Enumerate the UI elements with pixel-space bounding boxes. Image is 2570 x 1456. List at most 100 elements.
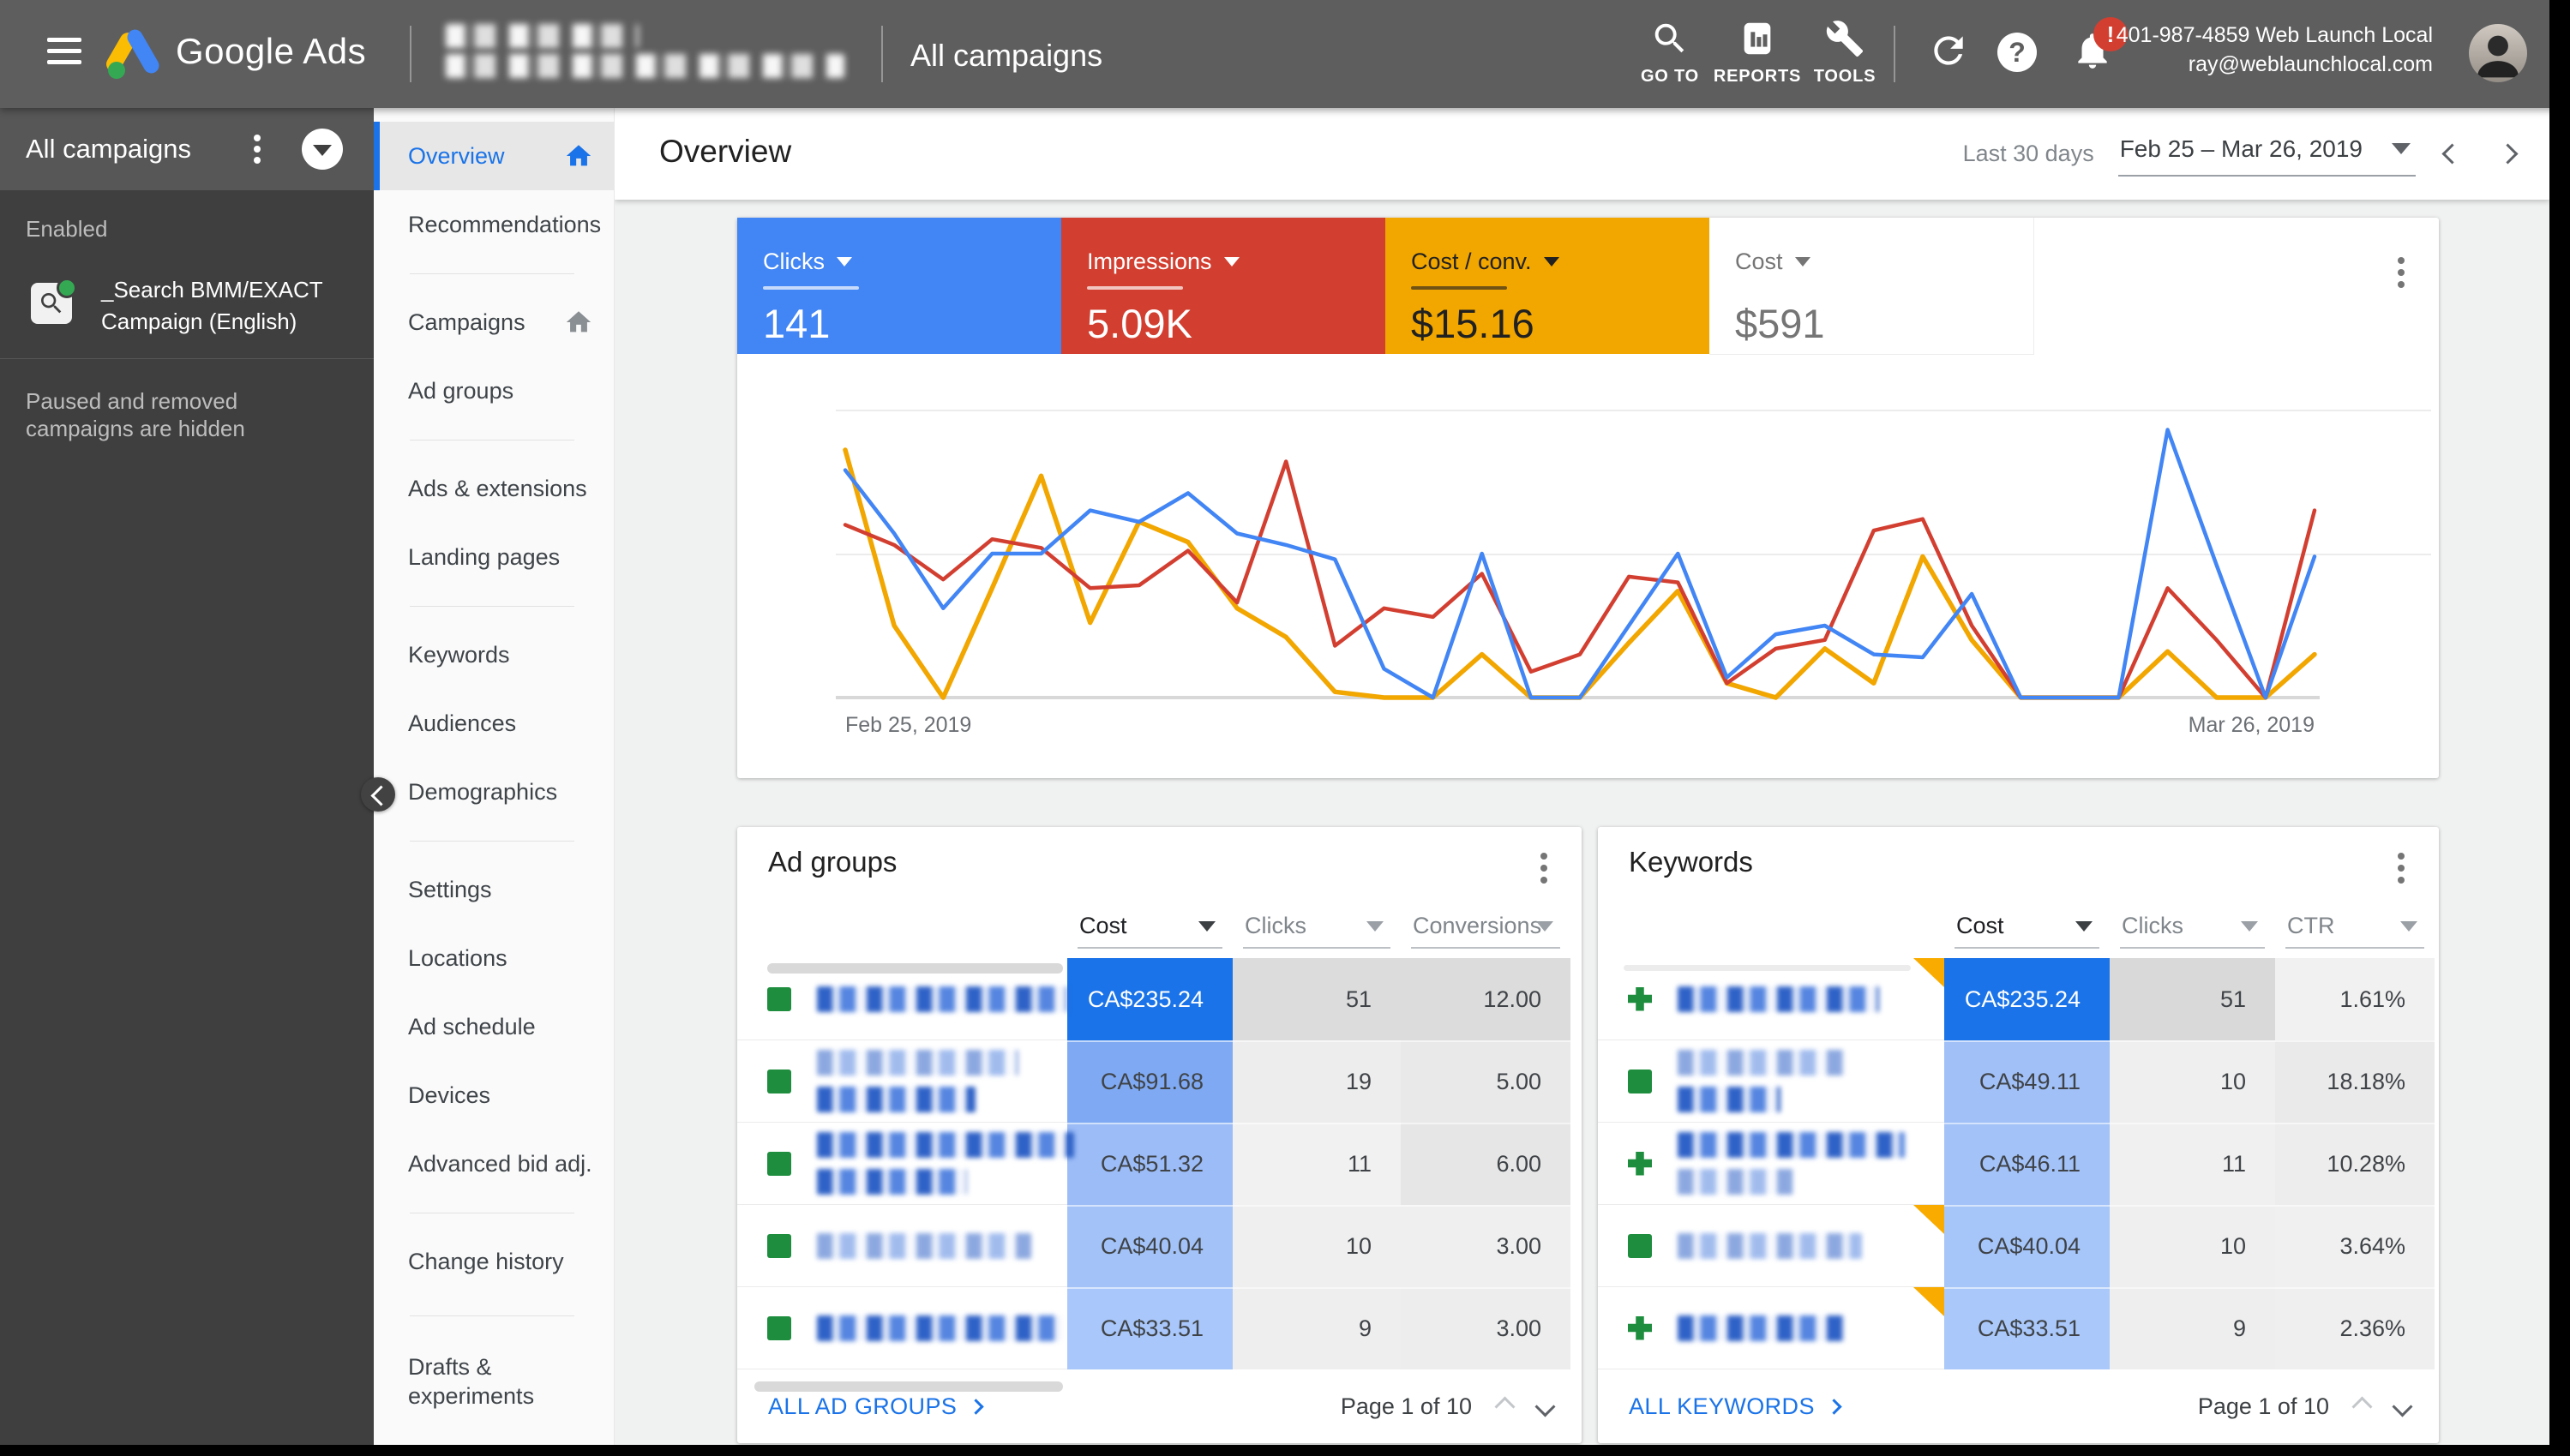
- campaign-list-item[interactable]: _Search BMM/EXACT Campaign (English): [0, 252, 374, 359]
- account-phone: 401-987-4859 Web Launch Local: [2117, 21, 2433, 50]
- nav-item-change-history[interactable]: Change history: [374, 1227, 614, 1296]
- card-title: Keywords: [1629, 846, 1753, 878]
- table-row[interactable]: CA$33.51 9 2.36%: [1598, 1287, 2439, 1369]
- sort-column-clicks[interactable]: Clicks: [1233, 909, 1401, 949]
- nav-item-campaigns[interactable]: Campaigns: [374, 288, 614, 357]
- page-up-button[interactable]: [2351, 1396, 2372, 1417]
- scorecard-clicks[interactable]: Clicks 141: [737, 218, 1061, 354]
- menu-icon[interactable]: [47, 38, 81, 69]
- scorecard-impressions[interactable]: Impressions 5.09K: [1061, 218, 1385, 354]
- date-range-picker[interactable]: Feb 25 – Mar 26, 2019: [2118, 132, 2416, 177]
- ad-groups-card: Ad groups Cost Clicks Conversions CA$235…: [737, 827, 1582, 1443]
- campaign-sidebar: All campaigns Enabled _Search BMM/EXACT …: [0, 108, 374, 1456]
- collapse-sidebar-button[interactable]: [361, 777, 395, 812]
- sort-column-ctr[interactable]: CTR: [2275, 909, 2435, 949]
- home-icon: [564, 141, 593, 171]
- nav-item-advanced-bid-adj[interactable]: Advanced bid adj.: [374, 1129, 614, 1198]
- nav-item-ad-groups[interactable]: Ad groups: [374, 357, 614, 425]
- table-row[interactable]: CA$46.11 11 10.28%: [1598, 1123, 2439, 1205]
- nav-item-ads-extensions[interactable]: Ads & extensions: [374, 454, 614, 523]
- nav-item-landing-pages[interactable]: Landing pages: [374, 523, 614, 591]
- chevron-down-icon: [2241, 921, 2258, 932]
- nav-item-ad-schedule[interactable]: Ad schedule: [374, 992, 614, 1061]
- table-row[interactable]: CA$51.32 11 6.00: [737, 1123, 1582, 1205]
- page-down-button[interactable]: [1534, 1396, 1555, 1417]
- sort-column-clicks[interactable]: Clicks: [2110, 909, 2275, 949]
- nav-item-settings[interactable]: Settings: [374, 855, 614, 924]
- next-period-button[interactable]: [2497, 143, 2518, 164]
- enabled-status-icon: [767, 987, 791, 1011]
- enabled-status-icon: [1628, 1234, 1652, 1258]
- nav-item-keywords[interactable]: Keywords: [374, 620, 614, 689]
- page-down-button[interactable]: [2392, 1396, 2412, 1417]
- table-row[interactable]: CA$40.04 10 3.64%: [1598, 1205, 2439, 1287]
- previous-period-button[interactable]: [2441, 143, 2462, 164]
- horizontal-scrollbar[interactable]: [767, 963, 1063, 974]
- sort-column-cost[interactable]: Cost: [1067, 909, 1233, 949]
- chevron-down-icon: [1544, 257, 1559, 267]
- conversions-cell: 3.00: [1401, 1205, 1570, 1287]
- redacted-account-name[interactable]: [446, 24, 849, 84]
- horizontal-scrollbar[interactable]: [754, 1381, 1063, 1392]
- cost-cell: CA$40.04: [1944, 1205, 2110, 1287]
- divider: [410, 606, 574, 607]
- redacted-keyword: [1678, 1233, 1862, 1259]
- enabled-status-icon: [767, 1070, 791, 1093]
- card-footer: ALL KEYWORDS Page 1 of 10: [1598, 1369, 2439, 1443]
- scorecard-cost-per-conv[interactable]: Cost / conv. $15.16: [1385, 218, 1709, 354]
- avatar[interactable]: [2469, 24, 2527, 82]
- conversions-cell: 3.00: [1401, 1287, 1570, 1369]
- card-footer: ALL AD GROUPS Page 1 of 10: [737, 1369, 1582, 1443]
- enabled-status-icon: [1628, 987, 1652, 1011]
- warning-corner-icon: [1913, 1287, 1944, 1316]
- page-up-button[interactable]: [1494, 1396, 1515, 1417]
- table-row[interactable]: CA$49.11 10 18.18%: [1598, 1040, 2439, 1123]
- chevron-down-icon: [2392, 143, 2411, 154]
- chevron-left-icon: [370, 785, 391, 806]
- redacted-keyword: [1678, 986, 1879, 1012]
- keywords-kebab-menu-icon[interactable]: [2398, 865, 2405, 872]
- redacted-keyword: [1678, 1050, 1845, 1076]
- nav-item-audiences[interactable]: Audiences: [374, 689, 614, 758]
- keywords-table: CA$235.24 51 1.61% CA$49.11 10 18.18% CA…: [1598, 958, 2439, 1369]
- sidebar-kebab-menu-icon[interactable]: [254, 146, 261, 153]
- overview-chart-card: Clicks 141 Impressions 5.09K Cost / conv…: [737, 218, 2439, 778]
- chart-kebab-menu-icon[interactable]: [2398, 269, 2405, 276]
- all-ad-groups-link[interactable]: ALL AD GROUPS: [768, 1393, 982, 1420]
- horizontal-scrollbar[interactable]: [1624, 965, 1911, 971]
- google-ads-logo-icon[interactable]: [105, 26, 161, 81]
- page-header: Overview Last 30 days Feb 25 – Mar 26, 2…: [615, 108, 2549, 200]
- help-button[interactable]: ?: [1997, 33, 2037, 72]
- refresh-button[interactable]: [1927, 29, 1970, 76]
- nav-item-recommendations[interactable]: Recommendations: [374, 190, 614, 259]
- nav-item-devices[interactable]: Devices: [374, 1061, 614, 1129]
- refresh-icon: [1927, 29, 1970, 72]
- chevron-down-icon: [1536, 921, 1553, 932]
- chevron-down-icon: [2075, 921, 2093, 932]
- table-row[interactable]: CA$33.51 9 3.00: [737, 1287, 1582, 1369]
- table-row[interactable]: CA$91.68 19 5.00: [737, 1040, 1582, 1123]
- nav-item-overview[interactable]: Overview: [374, 122, 614, 190]
- nav-item-locations[interactable]: Locations: [374, 924, 614, 992]
- sidebar-title: All campaigns: [26, 134, 191, 165]
- ad-groups-kebab-menu-icon[interactable]: [1540, 865, 1547, 872]
- tools-button[interactable]: TOOLS: [1798, 19, 1892, 87]
- sort-column-conversions[interactable]: Conversions: [1401, 909, 1570, 949]
- campaign-name: _Search BMM/EXACT Campaign (English): [101, 274, 323, 338]
- notifications-button[interactable]: !: [2071, 29, 2114, 76]
- reports-button[interactable]: REPORTS: [1710, 19, 1804, 87]
- nav-item-drafts-experiments[interactable]: Drafts & experiments: [374, 1330, 614, 1433]
- search-icon: [1650, 19, 1690, 58]
- google-ads-app: Google Ads All campaigns GO TO REPORTS T…: [0, 0, 2570, 1456]
- go-to-button[interactable]: GO TO: [1623, 19, 1717, 87]
- all-keywords-link[interactable]: ALL KEYWORDS: [1629, 1393, 1840, 1420]
- table-row[interactable]: CA$40.04 10 3.00: [737, 1205, 1582, 1287]
- search-campaign-icon: [31, 283, 72, 324]
- ctr-cell: 18.18%: [2275, 1040, 2435, 1123]
- nav-item-demographics[interactable]: Demographics: [374, 758, 614, 826]
- sort-column-cost[interactable]: Cost: [1944, 909, 2110, 949]
- date-preset-label: Last 30 days: [1963, 141, 2094, 167]
- scorecard-cost[interactable]: Cost $591: [1709, 218, 2034, 355]
- campaign-switcher-button[interactable]: [302, 129, 343, 170]
- pagination-label: Page 1 of 10: [1341, 1393, 1472, 1420]
